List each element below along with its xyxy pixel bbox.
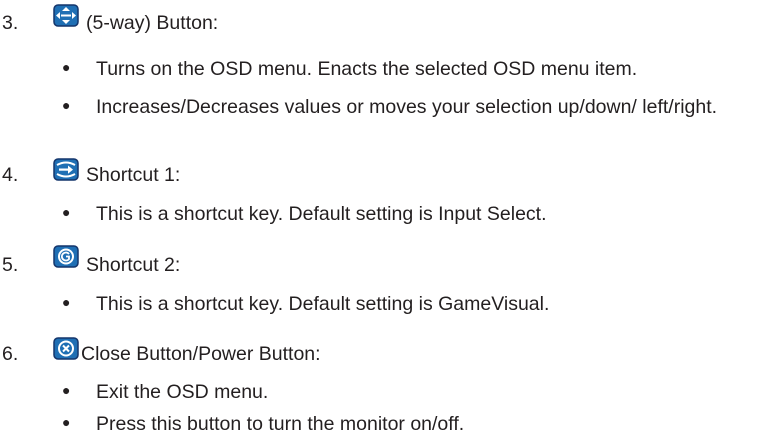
item-label: (5-way) Button: xyxy=(86,12,219,34)
bullet-text: Press this button to turn the monitor on… xyxy=(96,413,465,435)
gamevisual-icon xyxy=(53,245,79,268)
item-number: 3. xyxy=(2,12,19,34)
item-label: Shortcut 1: xyxy=(86,164,181,186)
bullet-dot: ● xyxy=(62,382,71,398)
item-label: Shortcut 2: xyxy=(86,254,181,276)
bullet-dot: ● xyxy=(62,414,71,430)
item-number: 4. xyxy=(2,164,19,186)
bullet-text: This is a shortcut key. Default setting … xyxy=(96,203,547,225)
bullet-text: Turns on the OSD menu. Enacts the select… xyxy=(96,58,638,80)
bullet-text: This is a shortcut key. Default setting … xyxy=(96,293,550,315)
five-way-button-icon xyxy=(53,4,79,27)
bullet-dot: ● xyxy=(62,294,71,310)
item-label: Close Button/Power Button: xyxy=(81,343,321,365)
input-arrow-icon xyxy=(53,158,79,181)
bullet-text: Increases/Decreases values or moves your… xyxy=(96,96,718,118)
bullet-dot: ● xyxy=(62,204,71,220)
item-number: 6. xyxy=(2,343,19,365)
bullet-dot: ● xyxy=(62,59,71,75)
bullet-text: Exit the OSD menu. xyxy=(96,381,269,403)
item-number: 5. xyxy=(2,254,19,276)
bullet-dot: ● xyxy=(62,97,71,113)
close-x-icon xyxy=(53,337,79,360)
